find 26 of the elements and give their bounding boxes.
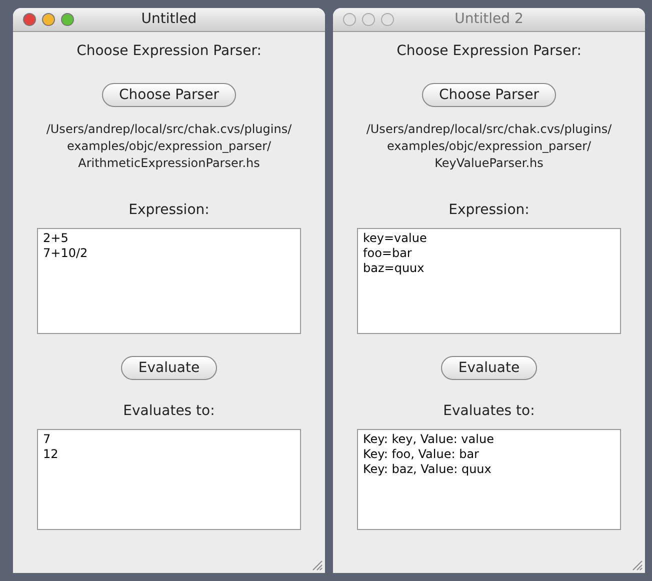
- zoom-button[interactable]: [61, 13, 74, 26]
- minimize-button[interactable]: [362, 13, 375, 26]
- result-label: Evaluates to:: [123, 402, 215, 421]
- close-button[interactable]: [23, 13, 36, 26]
- expression-field[interactable]: 2+5 7+10/2: [37, 228, 301, 334]
- result-label: Evaluates to:: [443, 402, 535, 421]
- result-field[interactable]: 7 12: [37, 429, 301, 530]
- zoom-button[interactable]: [381, 13, 394, 26]
- evaluate-button[interactable]: Evaluate: [441, 356, 537, 380]
- resize-grip-icon[interactable]: [312, 560, 323, 571]
- file-path: /Users/andrep/local/src/chak.cvs/plugins/ examples/objc/expression_parser/ ArithmeticExpressionParser.hs: [46, 121, 292, 172]
- window-title: Untitled 2: [454, 10, 524, 29]
- prompt-label: Choose Expression Parser:: [396, 42, 582, 61]
- choose-parser-button[interactable]: Choose Parser: [422, 83, 556, 107]
- window-title: Untitled: [141, 10, 197, 29]
- prompt-label: Choose Expression Parser:: [76, 42, 262, 61]
- resize-grip-icon[interactable]: [632, 560, 643, 571]
- result-field[interactable]: Key: key, Value: value Key: foo, Value: bar Key: baz, Value: quux: [357, 429, 621, 530]
- expression-field[interactable]: key=value foo=bar baz=quux: [357, 228, 621, 334]
- expression-label: Expression:: [128, 201, 210, 220]
- file-path: /Users/andrep/local/src/chak.cvs/plugins/ examples/objc/expression_parser/ KeyValueParser.hs: [366, 121, 612, 172]
- close-button[interactable]: [343, 13, 356, 26]
- choose-parser-button[interactable]: Choose Parser: [102, 83, 236, 107]
- expression-label: Expression:: [448, 201, 530, 220]
- evaluate-button[interactable]: Evaluate: [121, 356, 217, 380]
- minimize-button[interactable]: [42, 13, 55, 26]
